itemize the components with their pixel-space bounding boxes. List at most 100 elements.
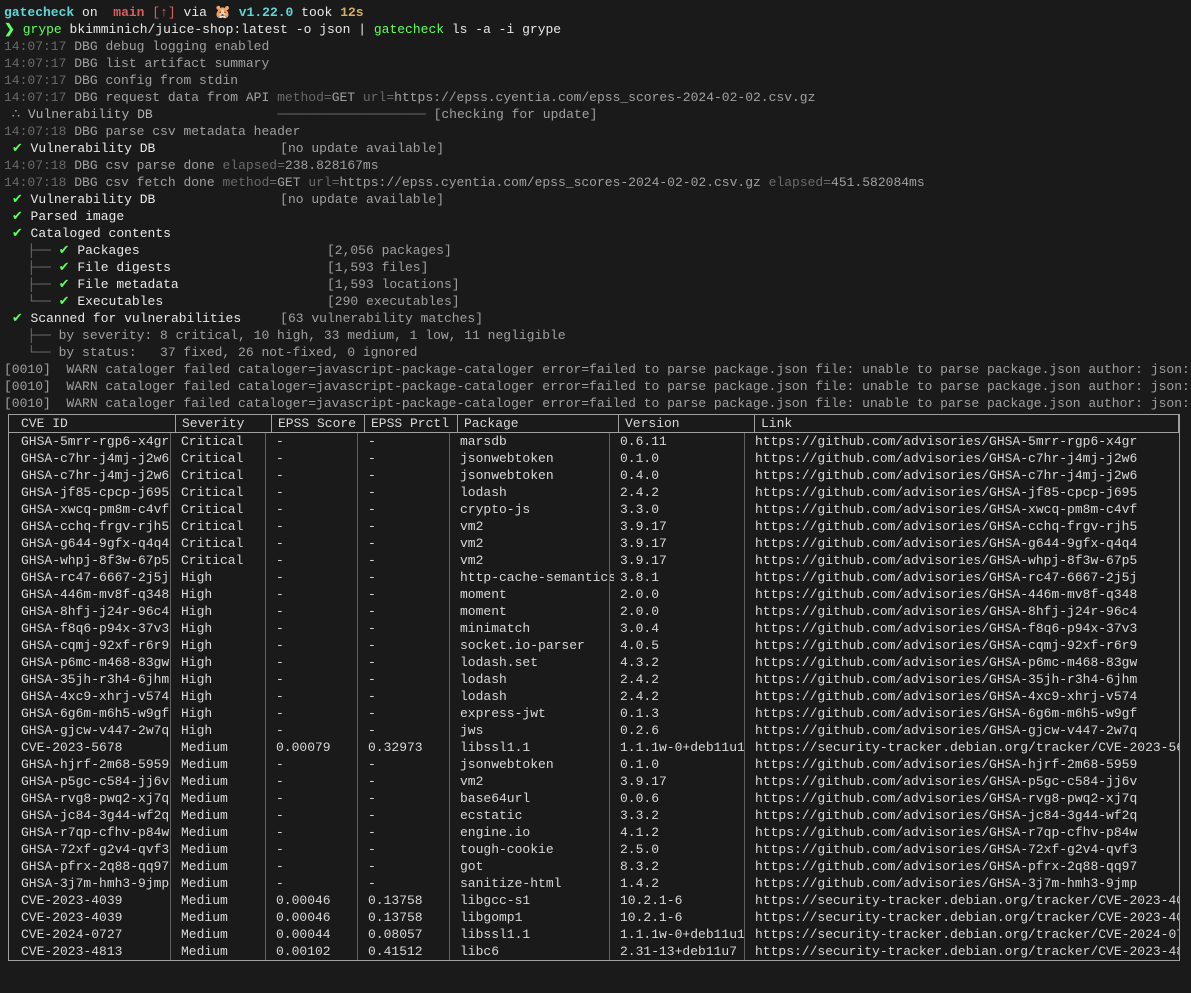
cell-package: engine.io	[454, 824, 614, 841]
cell-epss: 0.00102	[270, 943, 362, 960]
cell-link[interactable]: https://github.com/advisories/GHSA-c7hr-…	[749, 450, 1179, 467]
cell-link[interactable]: https://github.com/advisories/GHSA-cqmj-…	[749, 637, 1179, 654]
cell-link[interactable]: https://github.com/advisories/GHSA-c7hr-…	[749, 467, 1179, 484]
cell-link[interactable]: https://github.com/advisories/GHSA-r7qp-…	[749, 824, 1179, 841]
table-row: GHSA-8hfj-j24r-96c4High--moment2.0.0http…	[9, 603, 1179, 620]
cell-cve: GHSA-p5gc-c584-jj6v	[21, 773, 175, 790]
command-line[interactable]: ❯ grype bkimminich/juice-shop:latest -o …	[4, 21, 1187, 38]
col-severity: Severity	[176, 415, 272, 432]
cell-link[interactable]: https://github.com/advisories/GHSA-6g6m-…	[749, 705, 1179, 722]
cell-link[interactable]: https://github.com/advisories/GHSA-72xf-…	[749, 841, 1179, 858]
cell-severity: Critical	[175, 501, 270, 518]
cell-prctl: -	[362, 875, 454, 892]
cell-severity: Critical	[175, 484, 270, 501]
cell-link[interactable]: https://github.com/advisories/GHSA-hjrf-…	[749, 756, 1179, 773]
cell-epss: -	[270, 790, 362, 807]
cell-version: 0.6.11	[614, 433, 749, 450]
cell-prctl: -	[362, 790, 454, 807]
cell-link[interactable]: https://github.com/advisories/GHSA-jc84-…	[749, 807, 1179, 824]
cell-link[interactable]: https://security-tracker.debian.org/trac…	[749, 926, 1179, 943]
cell-prctl: -	[362, 603, 454, 620]
cell-epss: -	[270, 688, 362, 705]
cell-version: 2.5.0	[614, 841, 749, 858]
cell-link[interactable]: https://github.com/advisories/GHSA-jf85-…	[749, 484, 1179, 501]
cell-link[interactable]: https://github.com/advisories/GHSA-f8q6-…	[749, 620, 1179, 637]
cell-link[interactable]: https://github.com/advisories/GHSA-whpj-…	[749, 552, 1179, 569]
cell-cve: GHSA-cchq-frgv-rjh5	[21, 518, 175, 535]
table-row: GHSA-whpj-8f3w-67p5Critical--vm23.9.17ht…	[9, 552, 1179, 569]
cell-version: 0.1.0	[614, 450, 749, 467]
table-row: GHSA-jc84-3g44-wf2qMedium--ecstatic3.3.2…	[9, 807, 1179, 824]
cell-version: 10.2.1-6	[614, 892, 749, 909]
table-row: GHSA-6g6m-m6h5-w9gfHigh--express-jwt0.1.…	[9, 705, 1179, 722]
cell-link[interactable]: https://github.com/advisories/GHSA-g644-…	[749, 535, 1179, 552]
cell-version: 1.4.2	[614, 875, 749, 892]
cell-link[interactable]: https://github.com/advisories/GHSA-3j7m-…	[749, 875, 1179, 892]
cell-severity: High	[175, 722, 270, 739]
cell-epss: -	[270, 756, 362, 773]
cell-epss: -	[270, 552, 362, 569]
cell-version: 3.9.17	[614, 552, 749, 569]
cell-link[interactable]: https://github.com/advisories/GHSA-pfrx-…	[749, 858, 1179, 875]
table-row: CVE-2023-5678Medium0.000790.32973libssl1…	[9, 739, 1179, 756]
cell-link[interactable]: https://github.com/advisories/GHSA-p6mc-…	[749, 654, 1179, 671]
log-line: ✔ Vulnerability DB [no update available]	[4, 191, 1187, 208]
cell-cve: CVE-2023-4039	[21, 909, 175, 926]
cell-link[interactable]: https://github.com/advisories/GHSA-8hfj-…	[749, 603, 1179, 620]
cell-version: 3.9.17	[614, 773, 749, 790]
cell-link[interactable]: https://github.com/advisories/GHSA-rc47-…	[749, 569, 1179, 586]
cell-link[interactable]: https://security-tracker.debian.org/trac…	[749, 943, 1179, 960]
cell-link[interactable]: https://security-tracker.debian.org/trac…	[749, 739, 1179, 756]
cell-version: 4.0.5	[614, 637, 749, 654]
cell-package: libgomp1	[454, 909, 614, 926]
cell-package: socket.io-parser	[454, 637, 614, 654]
log-line: [0010] WARN cataloger failed cataloger=j…	[4, 361, 1187, 378]
cell-epss: -	[270, 875, 362, 892]
cell-package: tough-cookie	[454, 841, 614, 858]
table-row: GHSA-c7hr-j4mj-j2w6Critical--jsonwebtoke…	[9, 467, 1179, 484]
cell-link[interactable]: https://github.com/advisories/GHSA-cchq-…	[749, 518, 1179, 535]
cell-version: 0.0.6	[614, 790, 749, 807]
cell-version: 3.0.4	[614, 620, 749, 637]
cell-link[interactable]: https://github.com/advisories/GHSA-xwcq-…	[749, 501, 1179, 518]
cell-cve: GHSA-f8q6-p94x-37v3	[21, 620, 175, 637]
cell-cve: GHSA-r7qp-cfhv-p84w	[21, 824, 175, 841]
table-row: GHSA-446m-mv8f-q348High--moment2.0.0http…	[9, 586, 1179, 603]
cell-package: crypto-js	[454, 501, 614, 518]
log-line: 14:07:17 DBG config from stdin	[4, 72, 1187, 89]
cell-link[interactable]: https://github.com/advisories/GHSA-rvg8-…	[749, 790, 1179, 807]
cell-cve: GHSA-c7hr-j4mj-j2w6	[21, 450, 175, 467]
cell-epss: -	[270, 535, 362, 552]
cell-package: jsonwebtoken	[454, 450, 614, 467]
cell-cve: CVE-2023-5678	[21, 739, 175, 756]
cell-severity: Critical	[175, 433, 270, 450]
cell-package: libssl1.1	[454, 739, 614, 756]
table-row: GHSA-hjrf-2m68-5959Medium--jsonwebtoken0…	[9, 756, 1179, 773]
cell-cve: GHSA-p6mc-m468-83gw	[21, 654, 175, 671]
cell-version: 2.0.0	[614, 603, 749, 620]
cell-version: 3.9.17	[614, 518, 749, 535]
cell-link[interactable]: https://security-tracker.debian.org/trac…	[749, 892, 1179, 909]
cell-package: libc6	[454, 943, 614, 960]
cell-cve: GHSA-c7hr-j4mj-j2w6	[21, 467, 175, 484]
cell-prctl: -	[362, 433, 454, 450]
cell-prctl: 0.13758	[362, 909, 454, 926]
table-header-row: CVE ID Severity EPSS Score EPSS Prctl Pa…	[9, 415, 1179, 432]
cell-prctl: -	[362, 484, 454, 501]
cell-severity: Medium	[175, 926, 270, 943]
cell-link[interactable]: https://github.com/advisories/GHSA-446m-…	[749, 586, 1179, 603]
cell-link[interactable]: https://github.com/advisories/GHSA-gjcw-…	[749, 722, 1179, 739]
cell-epss: -	[270, 841, 362, 858]
cell-link[interactable]: https://github.com/advisories/GHSA-35jh-…	[749, 671, 1179, 688]
cell-link[interactable]: https://security-tracker.debian.org/trac…	[749, 909, 1179, 926]
log-line: 14:07:17 DBG request data from API metho…	[4, 89, 1187, 106]
cell-link[interactable]: https://github.com/advisories/GHSA-5mrr-…	[749, 433, 1179, 450]
cell-link[interactable]: https://github.com/advisories/GHSA-p5gc-…	[749, 773, 1179, 790]
cell-link[interactable]: https://github.com/advisories/GHSA-4xc9-…	[749, 688, 1179, 705]
table-row: CVE-2023-4813Medium0.001020.41512libc62.…	[9, 943, 1179, 960]
cell-cve: GHSA-rvg8-pwq2-xj7q	[21, 790, 175, 807]
table-row: GHSA-r7qp-cfhv-p84wMedium--engine.io4.1.…	[9, 824, 1179, 841]
cell-version: 2.31-13+deb11u7	[614, 943, 749, 960]
table-row: GHSA-cchq-frgv-rjh5Critical--vm23.9.17ht…	[9, 518, 1179, 535]
cell-version: 3.3.0	[614, 501, 749, 518]
